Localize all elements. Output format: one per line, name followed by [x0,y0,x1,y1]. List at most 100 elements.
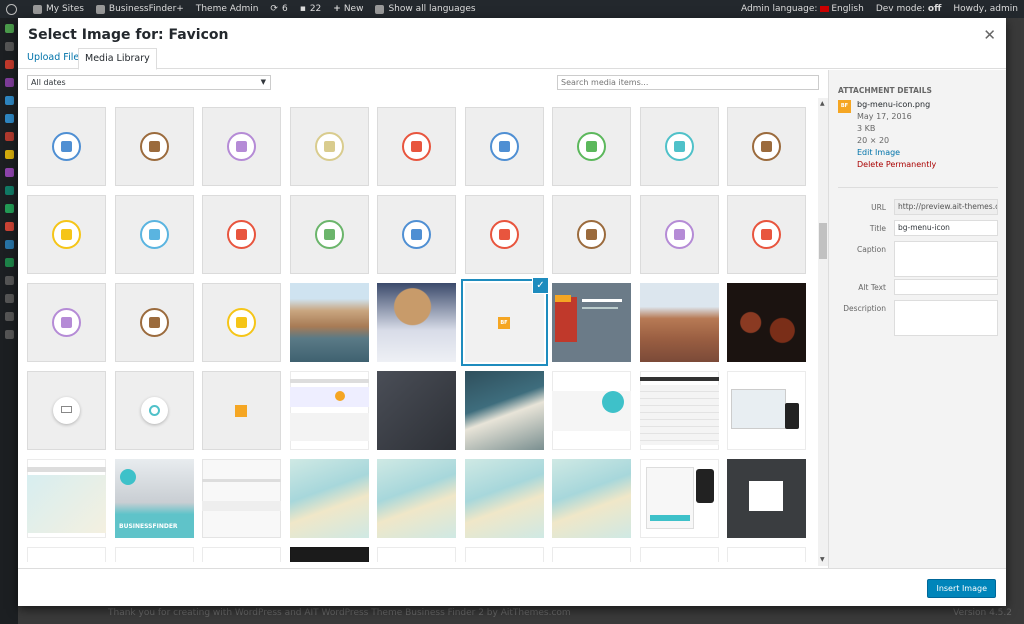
media-item[interactable] [27,459,106,538]
menu-icon[interactable] [4,330,14,339]
media-item[interactable] [552,547,631,562]
media-item[interactable] [640,283,719,362]
insert-image-button[interactable]: Insert Image [927,579,996,598]
media-item[interactable] [727,547,806,562]
media-item[interactable] [552,283,631,362]
menu-icon[interactable] [4,312,14,321]
menu-icon[interactable] [4,222,14,231]
media-item[interactable] [465,195,544,274]
media-item[interactable] [202,547,281,562]
media-item[interactable] [727,371,806,450]
menu-icon[interactable] [4,186,14,195]
scroll-thumb[interactable] [819,223,827,259]
media-item[interactable] [290,459,369,538]
media-item[interactable] [552,195,631,274]
media-item[interactable] [552,371,631,450]
media-item[interactable] [202,195,281,274]
media-item[interactable] [202,107,281,186]
menu-icon[interactable] [4,96,14,105]
media-item[interactable] [377,459,456,538]
menu-icon[interactable] [4,132,14,141]
menu-icon[interactable] [4,24,14,33]
media-item[interactable] [465,107,544,186]
scroll-up-icon[interactable]: ▲ [820,100,825,107]
caption-field[interactable] [894,241,998,277]
menu-icon[interactable] [4,240,14,249]
scroll-down-icon[interactable]: ▼ [820,556,825,563]
alt-text-field[interactable] [894,279,998,295]
wordpress-logo-icon[interactable] [6,3,21,15]
media-item[interactable] [27,107,106,186]
delete-permanently-link[interactable]: Delete Permanently [857,160,936,169]
updates-link[interactable]: ⟳ 6 [270,4,287,14]
media-item[interactable] [552,459,631,538]
media-item[interactable] [727,107,806,186]
media-item[interactable] [27,283,106,362]
menu-icon[interactable] [4,42,14,51]
my-sites-link[interactable]: My Sites [33,4,84,14]
url-field[interactable]: http://preview.ait-themes.club [894,199,998,215]
theme-admin-link[interactable]: Theme Admin [196,4,259,14]
menu-icon[interactable] [4,294,14,303]
media-item[interactable] [640,107,719,186]
search-input[interactable] [557,75,819,90]
site-name-link[interactable]: BusinessFinder+ [95,4,184,14]
media-item[interactable] [727,195,806,274]
description-field[interactable] [894,300,998,336]
menu-icon[interactable] [4,168,14,177]
media-item[interactable] [465,371,544,450]
media-item[interactable] [27,547,106,562]
media-item[interactable] [465,547,544,562]
media-item[interactable] [290,283,369,362]
media-item[interactable] [115,371,194,450]
media-item[interactable] [377,195,456,274]
media-item[interactable]: BUSINESSFINDER [115,459,194,538]
languages-link[interactable]: Show all languages [375,4,476,14]
tab-media-library[interactable]: Media Library [78,48,157,70]
media-item[interactable] [202,371,281,450]
media-item[interactable] [115,547,194,562]
menu-icon[interactable] [4,78,14,87]
media-item[interactable] [27,371,106,450]
media-scrollbar[interactable]: ▲ ▼ [818,98,828,566]
media-item[interactable] [115,107,194,186]
check-icon[interactable]: ✓ [533,278,548,293]
media-item[interactable] [202,283,281,362]
menu-icon[interactable] [4,204,14,213]
media-item[interactable] [377,283,456,362]
menu-icon[interactable] [4,276,14,285]
media-item[interactable] [727,283,806,362]
menu-icon[interactable] [4,114,14,123]
dev-mode-toggle[interactable]: Dev mode: off [876,4,942,14]
media-item[interactable] [640,547,719,562]
media-item[interactable] [290,371,369,450]
media-item[interactable] [27,195,106,274]
media-item[interactable] [552,107,631,186]
media-item[interactable] [115,195,194,274]
new-content-link[interactable]: + New [333,4,363,14]
media-item[interactable] [727,459,806,538]
menu-icon[interactable] [4,258,14,267]
menu-icon[interactable] [4,150,14,159]
media-item[interactable] [290,547,369,562]
comments-link[interactable]: ▪ 22 [300,4,322,14]
menu-icon[interactable] [4,60,14,69]
media-item[interactable] [640,195,719,274]
close-icon[interactable]: ✕ [983,26,996,44]
media-item[interactable] [290,195,369,274]
media-item-selected[interactable]: BF [465,283,544,362]
title-field[interactable]: bg-menu-icon [894,220,998,236]
media-item[interactable] [202,459,281,538]
edit-image-link[interactable]: Edit Image [857,148,900,157]
media-item[interactable] [640,459,719,538]
media-item[interactable] [465,459,544,538]
media-item[interactable] [377,547,456,562]
media-item[interactable] [377,371,456,450]
media-item[interactable] [377,107,456,186]
date-filter-select[interactable]: All dates ▼ [27,75,271,90]
media-item[interactable] [115,283,194,362]
account-menu[interactable]: Howdy, admin [953,4,1018,14]
media-item[interactable] [290,107,369,186]
media-item[interactable] [640,371,719,450]
admin-language-switch[interactable]: Admin language: English [741,4,864,14]
